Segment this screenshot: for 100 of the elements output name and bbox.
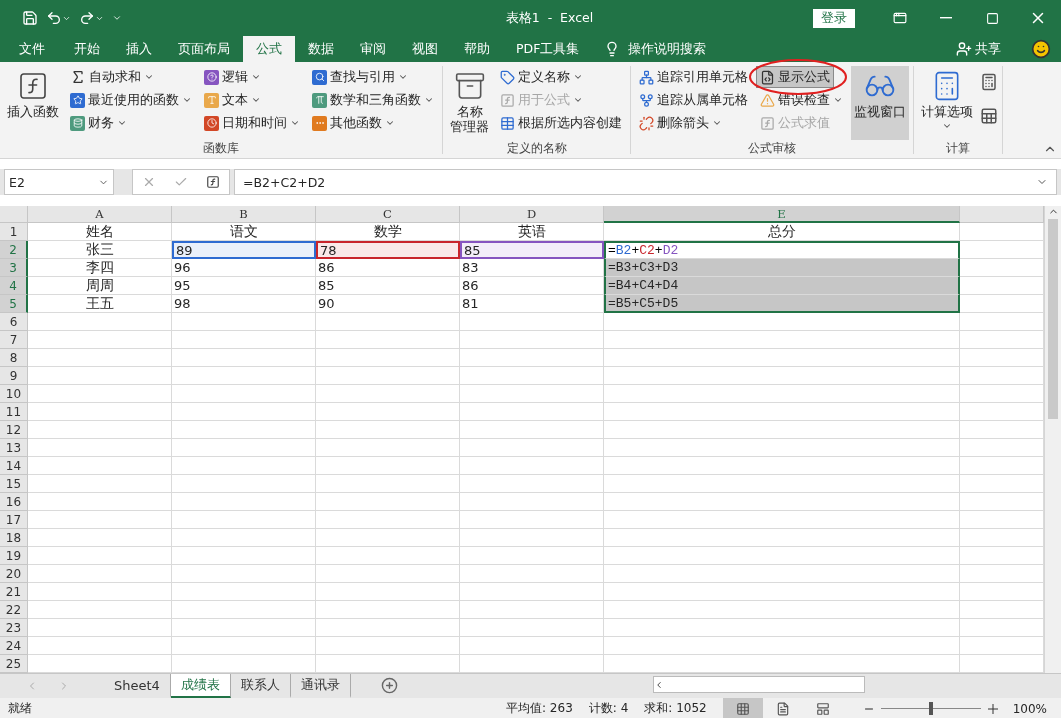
table-cell[interactable] (604, 367, 960, 385)
table-cell[interactable] (172, 583, 316, 601)
table-cell[interactable] (28, 637, 172, 655)
ribbon-tab[interactable]: 文件 (3, 36, 61, 62)
table-cell[interactable] (460, 475, 604, 493)
row-header[interactable]: 8 (0, 349, 28, 367)
row-header[interactable]: 6 (0, 313, 28, 331)
ribbon-button[interactable]: 插入函数 (4, 66, 62, 140)
table-cell[interactable] (604, 637, 960, 655)
vertical-scrollbar[interactable] (1044, 206, 1061, 673)
row-header[interactable]: 25 (0, 655, 28, 673)
table-cell[interactable] (460, 457, 604, 475)
ribbon-button[interactable]: 文本 (200, 89, 304, 111)
table-cell[interactable] (172, 403, 316, 421)
table-cell[interactable] (604, 331, 960, 349)
ribbon-button[interactable]: 追踪引用单元格 (635, 66, 752, 88)
table-cell[interactable] (460, 511, 604, 529)
name-box[interactable]: E2 (4, 169, 114, 195)
ribbon-button[interactable]: 显示公式 (756, 66, 834, 88)
zoom-thumb[interactable] (928, 702, 933, 715)
table-cell[interactable] (604, 511, 960, 529)
table-cell[interactable] (172, 529, 316, 547)
ribbon-button[interactable]: 名称 管理器 (447, 66, 492, 140)
table-cell[interactable] (172, 457, 316, 475)
calculator-icon[interactable] (980, 73, 998, 92)
table-cell[interactable] (604, 547, 960, 565)
table-cell[interactable] (316, 367, 460, 385)
table-cell[interactable] (604, 493, 960, 511)
table-cell[interactable] (172, 367, 316, 385)
table-cell[interactable] (460, 547, 604, 565)
table-cell[interactable] (316, 529, 460, 547)
tell-me-search[interactable]: 操作说明搜索 (598, 36, 713, 62)
row-header[interactable]: 7 (0, 331, 28, 349)
table-cell[interactable]: 78 (316, 241, 460, 259)
table-cell[interactable]: 姓名 (28, 223, 172, 241)
table-cell[interactable] (316, 637, 460, 655)
ribbon-button[interactable]: 定义名称 (496, 66, 626, 88)
table-cell[interactable]: 86 (316, 259, 460, 277)
table-cell[interactable] (316, 349, 460, 367)
row-header[interactable]: 9 (0, 367, 28, 385)
table-cell[interactable] (316, 475, 460, 493)
table-cell[interactable] (316, 619, 460, 637)
table-cell[interactable] (172, 421, 316, 439)
table-cell[interactable] (28, 331, 172, 349)
table-cell[interactable] (172, 601, 316, 619)
row-header[interactable]: 1 (0, 223, 28, 241)
ribbon-tab[interactable]: 页面布局 (165, 36, 243, 62)
table-cell[interactable] (172, 385, 316, 403)
table-cell[interactable] (316, 331, 460, 349)
table-cell[interactable] (172, 547, 316, 565)
zoom-in-icon[interactable] (986, 702, 999, 715)
row-header[interactable]: 10 (0, 385, 28, 403)
table-cell[interactable] (28, 367, 172, 385)
table-cell[interactable] (460, 403, 604, 421)
ribbon-button[interactable]: 根据所选内容创建 (496, 112, 626, 134)
table-cell[interactable] (28, 385, 172, 403)
ribbon-button[interactable]: 日期和时间 (200, 112, 304, 134)
column-header[interactable]: B (172, 206, 316, 223)
table-cell[interactable] (604, 439, 960, 457)
table-cell[interactable] (604, 385, 960, 403)
table-cell[interactable] (28, 601, 172, 619)
table-cell[interactable] (172, 439, 316, 457)
table-cell[interactable] (460, 637, 604, 655)
scroll-left-icon[interactable] (654, 679, 664, 690)
table-cell[interactable] (28, 493, 172, 511)
table-cell[interactable] (604, 457, 960, 475)
table-cell[interactable] (316, 457, 460, 475)
row-header[interactable]: 2 (0, 241, 28, 259)
table-cell[interactable] (460, 493, 604, 511)
horizontal-scrollbar[interactable] (653, 676, 865, 693)
table-cell[interactable] (172, 637, 316, 655)
ribbon-button[interactable]: 其他函数 (308, 112, 438, 134)
ribbon-button[interactable]: 查找与引用 (308, 66, 438, 88)
table-cell[interactable]: 语文 (172, 223, 316, 241)
row-header[interactable]: 5 (0, 295, 28, 313)
insert-function-icon[interactable] (206, 175, 220, 189)
table-cell[interactable] (460, 421, 604, 439)
table-cell[interactable]: 数学 (316, 223, 460, 241)
smiley-icon[interactable] (1031, 39, 1051, 59)
row-header[interactable]: 11 (0, 403, 28, 421)
table-cell[interactable] (460, 619, 604, 637)
row-header[interactable]: 19 (0, 547, 28, 565)
ribbon-tab[interactable]: 视图 (399, 36, 451, 62)
table-cell[interactable]: 85 (460, 241, 604, 259)
view-button[interactable] (722, 698, 763, 718)
table-cell[interactable] (460, 313, 604, 331)
ribbon-tab[interactable]: PDF工具集 (503, 36, 593, 62)
table-cell[interactable] (316, 403, 460, 421)
table-cell[interactable] (316, 493, 460, 511)
table-cell[interactable] (28, 421, 172, 439)
table-cell[interactable] (316, 385, 460, 403)
zoom-level[interactable]: 100% (1012, 701, 1047, 716)
table-cell[interactable] (28, 529, 172, 547)
table-cell[interactable]: 张三 (28, 241, 172, 259)
table-cell[interactable]: =B5+C5+D5 (604, 295, 960, 313)
table-cell[interactable] (316, 313, 460, 331)
share-button[interactable]: 共享 (950, 36, 1007, 62)
sheet-calculator-icon[interactable] (980, 106, 998, 125)
scroll-thumb[interactable] (1048, 219, 1058, 419)
ribbon-button[interactable]: 追踪从属单元格 (635, 89, 752, 111)
